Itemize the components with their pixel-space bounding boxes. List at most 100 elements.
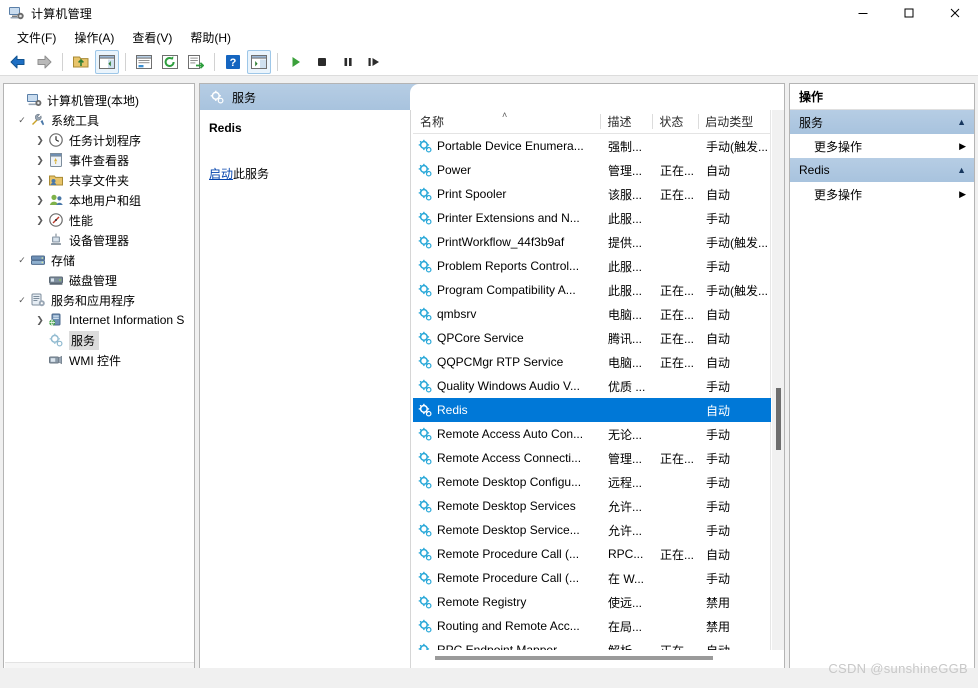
cell-status: 正在... <box>660 451 695 466</box>
tree-expander-open[interactable]: ✓ <box>14 292 30 308</box>
tree-expander-closed[interactable]: ❯ <box>32 152 48 168</box>
sidebar-item-event-viewer[interactable]: ❯ 事件查看器 <box>4 150 194 170</box>
forward-icon[interactable] <box>32 50 56 74</box>
service-gear-icon <box>417 162 433 178</box>
table-row[interactable]: Power 管理... 正在... 自动 <box>413 158 771 182</box>
tree-expander-closed[interactable]: ❯ <box>32 312 48 328</box>
table-row[interactable]: RPC Endpoint Mapper 解析 ...正在...自动 <box>413 638 771 650</box>
menu-bar: 文件(F) 操作(A) 查看(V) 帮助(H) <box>0 26 978 48</box>
help-icon[interactable]: ? <box>221 50 245 74</box>
refresh-icon[interactable] <box>158 50 182 74</box>
sidebar-item-task-scheduler[interactable]: ❯ 任务计划程序 <box>4 130 194 150</box>
tree-expander-closed[interactable]: ❯ <box>32 172 48 188</box>
action-item-more-actions-redis[interactable]: 更多操作 ▶ <box>790 182 974 206</box>
properties-icon[interactable] <box>132 50 156 74</box>
table-row[interactable]: Quality Windows Audio V... 优质 ... 手动 <box>413 374 771 398</box>
cell-status: 正在... <box>660 355 695 370</box>
column-header-name[interactable]: 名称 ˄ <box>413 110 600 133</box>
table-row[interactable]: Remote Registry 使远... 禁用 <box>413 590 771 614</box>
list-horizontal-scroll-thumb[interactable] <box>435 656 713 660</box>
menu-help[interactable]: 帮助(H) <box>181 27 240 48</box>
sidebar-item-system-tools[interactable]: ✓ 系统工具 <box>4 110 194 130</box>
table-row[interactable]: Remote Desktop Services 允许... 手动 <box>413 494 771 518</box>
tree-expander-open[interactable]: ✓ <box>14 112 30 128</box>
console-tree: 计算机管理(本地) ✓ 系统工具 ❯ 任务计划程序 ❯ 事件查看器 ❯ 共享文件… <box>4 84 194 370</box>
table-row[interactable]: Remote Desktop Configu... 远程... 手动 <box>413 470 771 494</box>
table-row[interactable]: PrintWorkflow_44f3b9af 提供... 手动(触发... <box>413 230 771 254</box>
chevron-up-icon[interactable]: ▲ <box>957 117 966 127</box>
sidebar-item-storage[interactable]: ✓ 存储 <box>4 250 194 270</box>
window-title: 计算机管理 <box>31 6 93 21</box>
cell-service-name: Remote Access Connecti... <box>413 450 601 466</box>
table-row[interactable]: Printer Extensions and N... 此服... 手动 <box>413 206 771 230</box>
table-row[interactable]: Remote Access Connecti... 管理... 正在... 手动 <box>413 446 771 470</box>
table-row[interactable]: QQPCMgr RTP Service 电脑... 正在... 自动 <box>413 350 771 374</box>
table-row[interactable]: Remote Desktop Service... 允许... 手动 <box>413 518 771 542</box>
table-row[interactable]: qmbsrv 电脑... 正在... 自动 <box>413 302 771 326</box>
action-group-redis[interactable]: Redis ▲ <box>790 158 974 182</box>
show-tree-icon[interactable] <box>95 49 119 74</box>
sidebar-item-disk-management[interactable]: 磁盘管理 <box>4 270 194 290</box>
tree-expander-closed[interactable]: ❯ <box>32 212 48 228</box>
table-row[interactable]: Remote Procedure Call (... 在 W... 手动 <box>413 566 771 590</box>
service-gear-icon <box>417 138 433 154</box>
service-gear-icon <box>417 258 433 274</box>
list-vertical-scroll-thumb[interactable] <box>776 388 781 450</box>
menu-view[interactable]: 查看(V) <box>123 27 181 48</box>
show-action-pane-icon[interactable] <box>247 49 271 74</box>
sidebar-item-local-users-groups[interactable]: ❯ 本地用户和组 <box>4 190 194 210</box>
start-service-icon[interactable] <box>284 50 308 74</box>
cell-startup-type: 自动 <box>706 163 731 178</box>
restart-service-icon[interactable] <box>362 50 386 74</box>
menu-action[interactable]: 操作(A) <box>65 27 123 48</box>
table-row-selected[interactable]: Redis 自动 <box>413 398 771 422</box>
sidebar-item-label: 共享文件夹 <box>69 173 130 188</box>
menu-file[interactable]: 文件(F) <box>8 27 65 48</box>
column-header-description[interactable]: 描述 <box>600 110 652 133</box>
service-name-label: Remote Registry <box>437 595 527 609</box>
table-row[interactable]: Remote Access Auto Con... 无论... 手动 <box>413 422 771 446</box>
action-item-more-actions-services[interactable]: 更多操作 ▶ <box>790 134 974 158</box>
close-button[interactable] <box>932 0 978 26</box>
table-row[interactable]: Print Spooler 该服... 正在... 自动 <box>413 182 771 206</box>
service-name-label: PrintWorkflow_44f3b9af <box>437 235 565 249</box>
pane-splitter[interactable] <box>410 110 411 677</box>
minimize-button[interactable] <box>840 0 886 26</box>
tree-expander-closed[interactable]: ❯ <box>32 132 48 148</box>
maximize-button[interactable] <box>886 0 932 26</box>
table-row[interactable]: QPCore Service 腾讯... 正在... 自动 <box>413 326 771 350</box>
up-folder-icon[interactable] <box>69 50 93 74</box>
export-list-icon[interactable] <box>184 50 208 74</box>
list-vertical-scrollbar[interactable] <box>772 110 784 650</box>
back-icon[interactable] <box>6 50 30 74</box>
sidebar-item-device-manager[interactable]: 设备管理器 <box>4 230 194 250</box>
sidebar-item-services[interactable]: 服务 <box>4 330 194 350</box>
sidebar-item-performance[interactable]: ❯ 性能 <box>4 210 194 230</box>
cell-startup-type: 自动 <box>706 355 731 370</box>
cell-status: 正在... <box>653 642 699 651</box>
table-row[interactable]: Remote Procedure Call (... RPC... 正在... 自动 <box>413 542 771 566</box>
column-header-startup-type[interactable]: 启动类型 <box>698 110 770 133</box>
table-row[interactable]: Program Compatibility A... 此服... 正在... 手动(触… <box>413 278 771 302</box>
tree-expander-open[interactable]: ✓ <box>14 252 30 268</box>
sidebar-item-iis[interactable]: ❯ Internet Information S <box>4 310 194 330</box>
column-header-status[interactable]: 状态 <box>652 110 698 133</box>
pause-service-icon[interactable] <box>336 50 360 74</box>
list-horizontal-scrollbar[interactable] <box>413 651 784 665</box>
sidebar-item-label: 本地用户和组 <box>69 193 142 208</box>
chevron-up-icon[interactable]: ▲ <box>957 165 966 175</box>
sidebar-item-wmi-control[interactable]: WMI 控件 <box>4 350 194 370</box>
table-row[interactable]: Portable Device Enumera... 强制... 手动(触发... <box>413 134 771 158</box>
tree-root-computer-management[interactable]: 计算机管理(本地) <box>4 90 194 110</box>
table-row[interactable]: Problem Reports Control... 此服... 手动 <box>413 254 771 278</box>
cell-description: 该服... <box>608 187 643 202</box>
stop-service-icon[interactable] <box>310 50 334 74</box>
tree-expander-closed[interactable]: ❯ <box>32 192 48 208</box>
system-tools-icon <box>30 112 46 128</box>
start-service-link[interactable]: 启动 <box>209 167 233 181</box>
table-row[interactable]: Routing and Remote Acc... 在局... 禁用 <box>413 614 771 638</box>
device-manager-icon <box>48 232 64 248</box>
action-group-services[interactable]: 服务 ▲ <box>790 110 974 134</box>
sidebar-item-shared-folders[interactable]: ❯ 共享文件夹 <box>4 170 194 190</box>
sidebar-item-services-and-applications[interactable]: ✓ 服务和应用程序 <box>4 290 194 310</box>
